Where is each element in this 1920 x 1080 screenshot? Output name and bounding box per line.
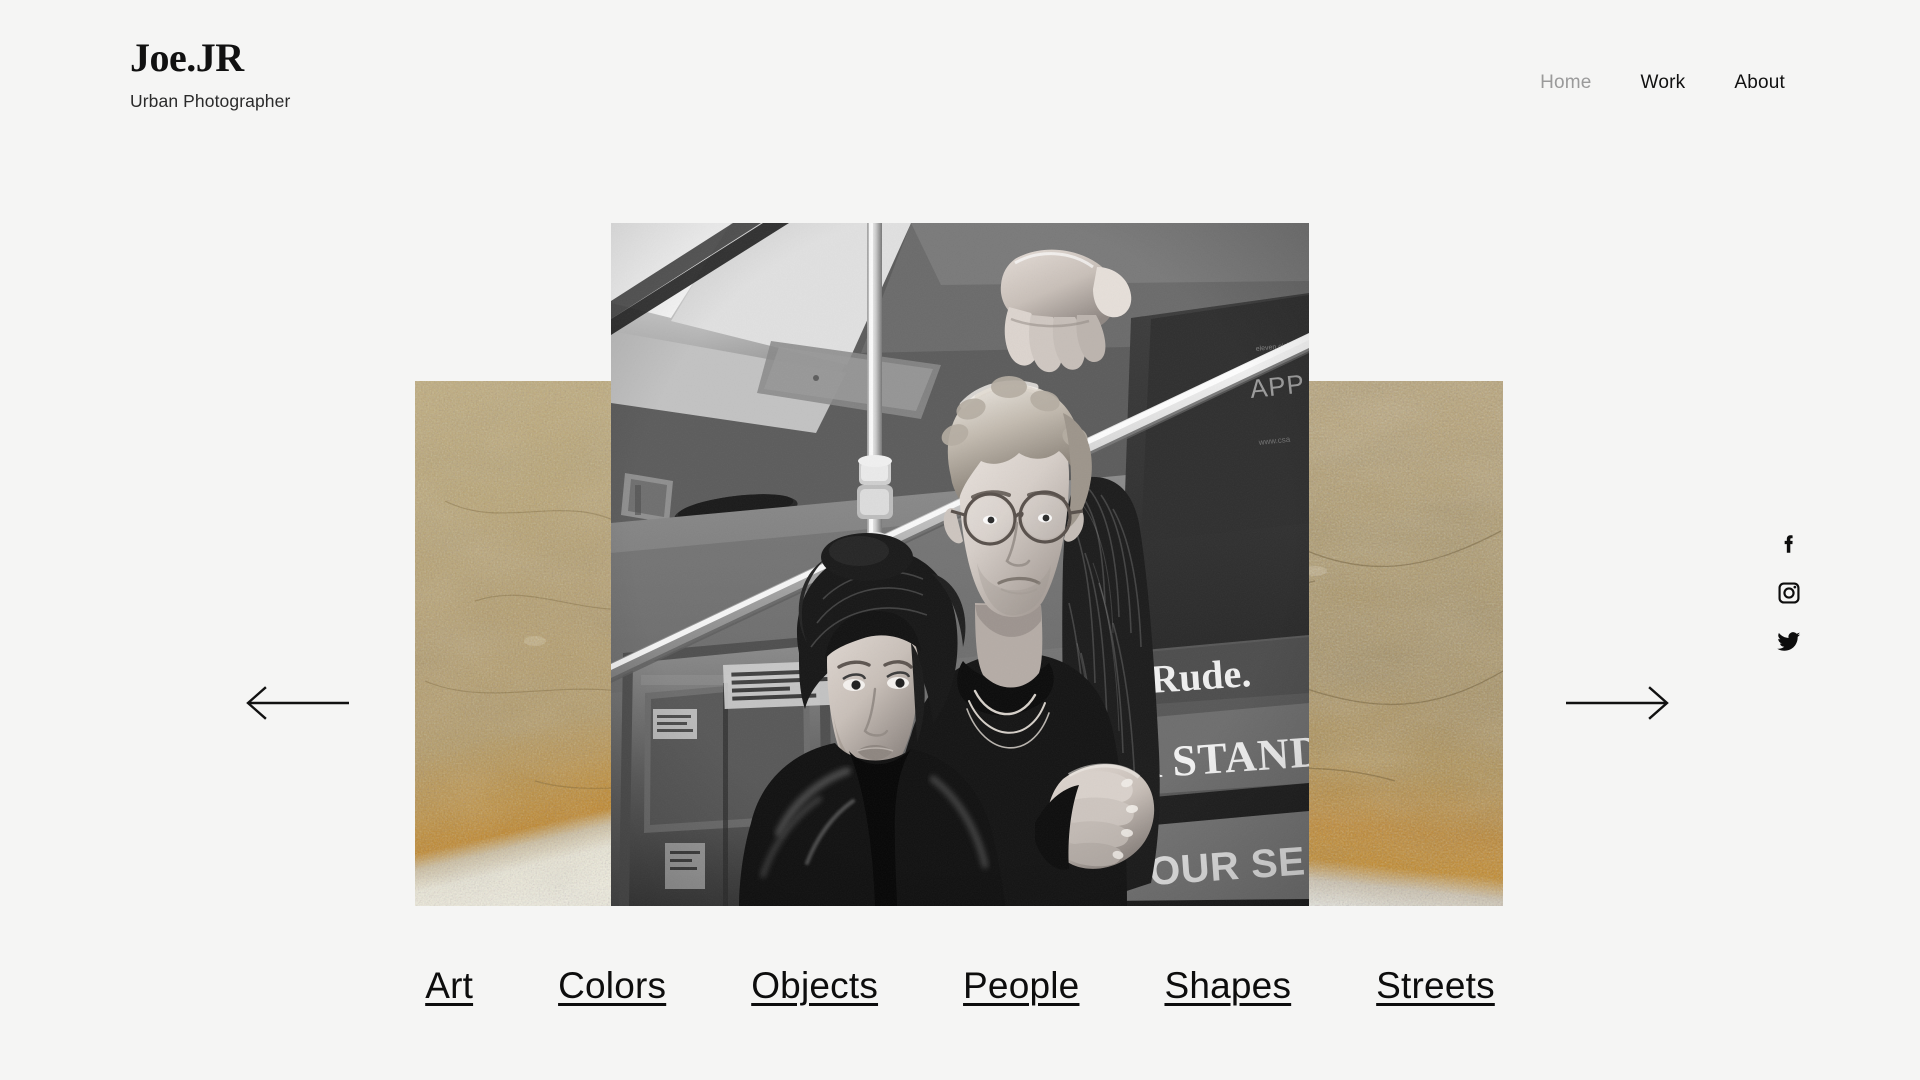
arrow-left-icon [245,685,350,721]
brand[interactable]: Joe.JR Urban Photographer [130,38,290,112]
brand-name: Joe.JR [130,35,244,80]
hero-photo[interactable]: eleven o'clock p.m. APP www.csa Rude. A … [611,223,1309,906]
nav-link-about[interactable]: About [1734,72,1785,94]
category-link-streets[interactable]: Streets [1376,965,1495,1007]
instagram-icon [1776,580,1802,606]
carousel-prev-button[interactable] [245,685,350,721]
nav-link-home[interactable]: Home [1540,72,1591,94]
carousel-next-button[interactable] [1565,685,1670,721]
social-link-instagram[interactable] [1776,580,1802,606]
facebook-icon [1776,532,1802,558]
social-rail [1776,532,1802,654]
nav-link-work[interactable]: Work [1641,72,1686,94]
main-nav: Home Work About [1540,72,1785,94]
category-link-people[interactable]: People [963,965,1079,1007]
site-header: Joe.JR Urban Photographer Home Work Abou… [0,0,1920,150]
arrow-right-icon [1565,685,1670,721]
category-link-art[interactable]: Art [425,965,473,1007]
category-nav: Art Colors Objects People Shapes Streets [0,965,1920,1007]
social-link-facebook[interactable] [1776,532,1802,558]
social-link-twitter[interactable] [1776,628,1802,654]
gallery-stage: eleven o'clock p.m. APP www.csa Rude. A … [0,0,1920,1080]
category-link-objects[interactable]: Objects [751,965,878,1007]
twitter-icon [1776,628,1802,654]
category-link-colors[interactable]: Colors [558,965,666,1007]
portfolio-page: Joe.JR Urban Photographer Home Work Abou… [0,0,1920,1080]
brand-tagline: Urban Photographer [130,91,291,111]
category-link-shapes[interactable]: Shapes [1164,965,1291,1007]
